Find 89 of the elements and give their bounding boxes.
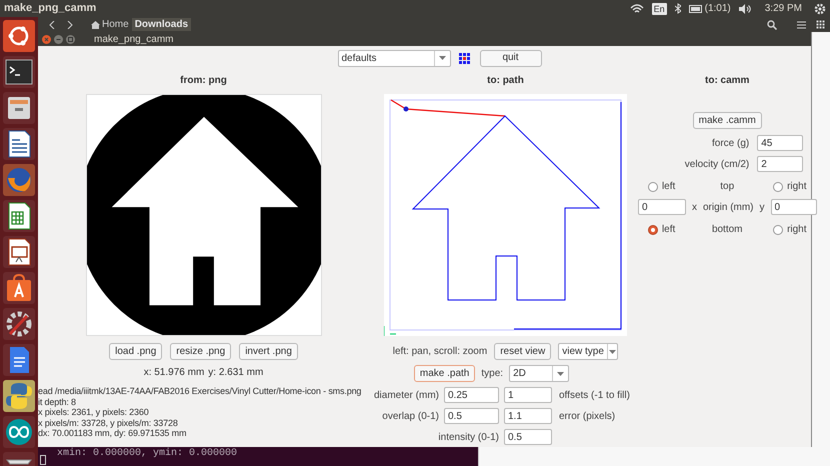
input-field[interactable]: 45 [757, 135, 804, 151]
input-field[interactable]: 0 [638, 199, 686, 215]
input-field[interactable]: 0.25 [444, 387, 499, 403]
breadcrumb[interactable]: Home [88, 18, 132, 31]
button[interactable]: resize .png [170, 343, 232, 360]
input-field[interactable]: 0 [770, 199, 817, 215]
button[interactable]: make .camm [692, 112, 762, 129]
input-field[interactable]: 0.5 [504, 429, 552, 445]
button[interactable]: invert .png [239, 343, 298, 360]
forward-icon[interactable] [66, 20, 74, 28]
panel-title: to: path [486, 74, 524, 88]
ubuntu-logo-icon[interactable] [3, 20, 35, 52]
info-text: ead /media/iiitmk/13AE-74AA/FAB2016 Exercises/Vinyl Cutter/Home-icon - sms.png [38, 386, 362, 396]
input-field[interactable]: 1.1 [504, 408, 552, 424]
button[interactable]: make .path [414, 365, 476, 382]
radio-button[interactable] [648, 224, 658, 234]
caret-icon [557, 372, 564, 376]
presentation-icon[interactable] [3, 236, 35, 268]
field-label: y [760, 200, 765, 214]
field-label: overlap (0-1) [382, 410, 439, 424]
input-field[interactable]: 1 [504, 387, 552, 403]
input-field[interactable]: 0.5 [444, 408, 499, 424]
wifi-icon[interactable] [630, 4, 644, 14]
button[interactable]: load .png [109, 343, 162, 360]
hint-text: left: pan, scroll: zoom [392, 345, 488, 359]
bluetooth-icon[interactable] [674, 3, 681, 14]
field-label: intensity (0-1) [438, 430, 499, 444]
search-icon[interactable] [767, 20, 777, 30]
radio-label[interactable]: right [787, 222, 807, 237]
home-icon [91, 20, 100, 28]
field-label: type: [481, 367, 504, 381]
battery-icon[interactable] [688, 4, 703, 12]
field-label: x [692, 200, 697, 214]
coordinate-text: x: 51.976 mm [144, 366, 204, 380]
radio-button[interactable] [648, 182, 658, 192]
infinity-icon[interactable] [3, 416, 35, 448]
coordinate-text: y: 2.631 mm [208, 366, 264, 380]
menu-icon[interactable] [797, 20, 806, 28]
maximize-icon[interactable] [66, 34, 75, 44]
info-text: it depth: 8 [38, 396, 77, 407]
panel-title: from: png [180, 74, 227, 88]
breadcrumb[interactable]: Downloads [132, 18, 192, 31]
window-title: make_png_camm [94, 32, 174, 46]
minimize-icon[interactable] [54, 34, 63, 44]
field-label: error (pixels) [559, 410, 616, 424]
radio-button[interactable] [773, 182, 784, 192]
grid-view-icon[interactable] [816, 20, 825, 29]
caret-icon [609, 350, 616, 354]
back-icon[interactable] [48, 20, 56, 28]
field-label: diameter (mm) [374, 388, 439, 402]
document-icon[interactable] [3, 344, 35, 376]
snakes-icon[interactable] [3, 380, 35, 412]
field-label: offsets (-1 to fill) [559, 388, 630, 402]
cursor [40, 455, 46, 465]
window-title: make_png_camm [4, 1, 98, 16]
type-dropdown[interactable]: 2D [509, 365, 570, 382]
button[interactable]: reset view [494, 343, 552, 360]
panel-title: to: camm [705, 74, 750, 88]
caret-icon [438, 56, 446, 60]
terminal-icon[interactable] [3, 56, 35, 88]
button[interactable]: quit [480, 50, 542, 66]
info-text: x pixels/m: 33728, y pixels/m: 33728 [38, 418, 179, 428]
field-label: origin (mm) [702, 200, 754, 214]
grid-logo-icon [458, 52, 470, 64]
info-text: x pixels: 2361, y pixels: 2360 [38, 407, 150, 418]
radio-button[interactable] [773, 224, 784, 234]
preset-dropdown[interactable]: defaults [338, 50, 450, 66]
field-label: force (g) [711, 136, 750, 150]
radio-label[interactable]: left [662, 179, 676, 194]
field-label: top [720, 180, 734, 194]
spreadsheet-icon[interactable] [3, 200, 35, 232]
field-label: bottom [712, 223, 743, 237]
volume-icon[interactable] [738, 4, 751, 14]
shopping-bag-icon[interactable] [3, 272, 35, 304]
radio-label[interactable]: left [662, 222, 676, 237]
close-icon[interactable] [42, 34, 51, 44]
settings-icon[interactable] [814, 2, 826, 14]
gear-wrench-icon[interactable] [3, 308, 35, 340]
info-text: dx: 70.001183 mm, dy: 69.971535 mm [38, 428, 188, 438]
file-cabinet-icon[interactable] [3, 92, 35, 124]
keyboard-indicator[interactable]: En [652, 2, 667, 14]
terminal-line: xmin: 0.000000, ymin: 0.000000 [57, 448, 238, 460]
document-icon[interactable] [3, 128, 35, 160]
input-field[interactable]: 2 [757, 156, 804, 172]
radio-label[interactable]: right [787, 179, 807, 194]
clock[interactable]: 3:29 PM [764, 1, 802, 16]
field-label: velocity (cm/2) [684, 158, 750, 172]
view-type-dropdown[interactable]: view type [558, 343, 618, 360]
battery-time[interactable]: (1:01) [704, 1, 731, 16]
